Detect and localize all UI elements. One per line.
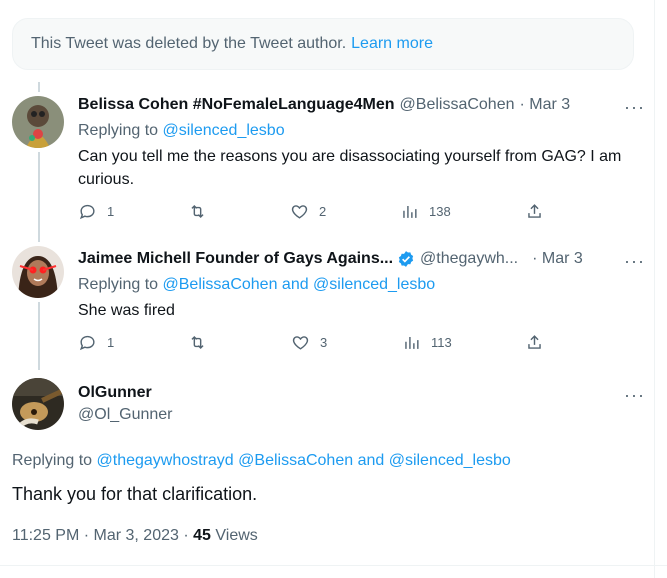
avatar[interactable] xyxy=(12,246,64,298)
tweet-header: Jaimee Michell Founder of Gays Agains...… xyxy=(78,250,583,268)
reply-count: 1 xyxy=(107,204,115,219)
divider xyxy=(0,565,667,566)
tweet-text: Thank you for that clarification. xyxy=(12,484,258,504)
tweet-text: She was fired xyxy=(78,302,175,319)
retweet-button[interactable] xyxy=(188,202,217,221)
replying-handles[interactable]: @thegaywhostrayd @BelissaCohen and @sile… xyxy=(97,452,511,469)
more-icon[interactable]: ··· xyxy=(624,385,645,406)
views-count: 138 xyxy=(429,204,451,219)
tweet-text: Can you tell me the reasons you are disa… xyxy=(78,148,622,188)
deleted-notice-text: This Tweet was deleted by the Tweet auth… xyxy=(31,35,347,52)
author-handle[interactable]: @Ol_Gunner xyxy=(78,406,173,424)
reply-button[interactable]: 1 xyxy=(78,202,114,221)
thread-line xyxy=(38,82,40,92)
views-count: 113 xyxy=(431,335,452,350)
share-icon xyxy=(528,335,541,349)
author-handle[interactable]: @BelissaCohen xyxy=(400,96,515,114)
reply-count: 1 xyxy=(107,335,115,350)
views-icon xyxy=(405,336,419,349)
retweet-icon xyxy=(191,335,204,350)
like-button[interactable]: 3 xyxy=(291,333,327,352)
views-count: 45 xyxy=(193,527,211,544)
learn-more-link[interactable]: Learn more xyxy=(351,35,433,53)
share-icon xyxy=(528,204,541,218)
replying-to: Replying to @thegaywhostrayd @BelissaCoh… xyxy=(12,452,511,470)
heart-icon xyxy=(291,205,308,219)
tweet-date[interactable]: · Mar 3 xyxy=(532,250,583,268)
retweet-button[interactable] xyxy=(188,333,217,352)
author-name[interactable]: OlGunner xyxy=(78,384,152,402)
verified-badge-icon xyxy=(398,251,414,267)
tweet-date[interactable]: · Mar 3 xyxy=(520,96,571,114)
replying-handles[interactable]: @silenced_lesbo xyxy=(163,122,285,139)
author-name[interactable]: Belissa Cohen #NoFemaleLanguage4Men xyxy=(78,96,395,114)
replying-label: Replying to xyxy=(78,276,159,293)
reply-icon xyxy=(79,335,95,351)
replying-label: Replying to xyxy=(78,122,159,139)
reply-icon xyxy=(79,204,95,220)
replying-to: Replying to @BelissaCohen and @silenced_… xyxy=(78,276,435,294)
share-button[interactable] xyxy=(525,333,544,352)
author-name[interactable]: Jaimee Michell Founder of Gays Agains... xyxy=(78,250,393,268)
views-icon xyxy=(403,205,417,218)
reply-button[interactable]: 1 xyxy=(78,333,114,352)
retweet-icon xyxy=(191,204,204,219)
views-label: Views xyxy=(215,527,258,544)
replying-to: Replying to @silenced_lesbo xyxy=(78,122,285,140)
tweet-meta: 11:25 PM · Mar 3, 2023 · 45 Views xyxy=(12,527,258,545)
deleted-tweet-notice: This Tweet was deleted by the Tweet auth… xyxy=(12,18,634,70)
replying-label: Replying to xyxy=(12,452,93,469)
more-icon[interactable]: ··· xyxy=(624,251,645,272)
share-button[interactable] xyxy=(525,202,544,221)
like-button[interactable]: 2 xyxy=(290,202,326,221)
thread-line xyxy=(38,152,40,242)
like-count: 2 xyxy=(319,204,327,219)
views-button[interactable]: 113 xyxy=(402,333,452,352)
thread-line xyxy=(38,302,40,370)
author-handle[interactable]: @thegaywh... xyxy=(420,250,518,268)
avatar[interactable] xyxy=(12,96,64,148)
timeline-border xyxy=(654,0,655,578)
tweet-actions: 1 3 113 xyxy=(78,333,548,357)
more-icon[interactable]: ··· xyxy=(624,97,645,118)
replying-handles[interactable]: @BelissaCohen and @silenced_lesbo xyxy=(163,276,436,293)
like-count: 3 xyxy=(320,335,328,350)
views-button[interactable]: 138 xyxy=(400,202,451,221)
tweet-header: Belissa Cohen #NoFemaleLanguage4Men @Bel… xyxy=(78,96,570,114)
avatar[interactable] xyxy=(12,378,64,430)
heart-icon xyxy=(292,336,309,350)
tweet-timestamp[interactable]: 11:25 PM · Mar 3, 2023 · xyxy=(12,527,189,544)
tweet-actions: 1 2 138 xyxy=(78,202,548,226)
